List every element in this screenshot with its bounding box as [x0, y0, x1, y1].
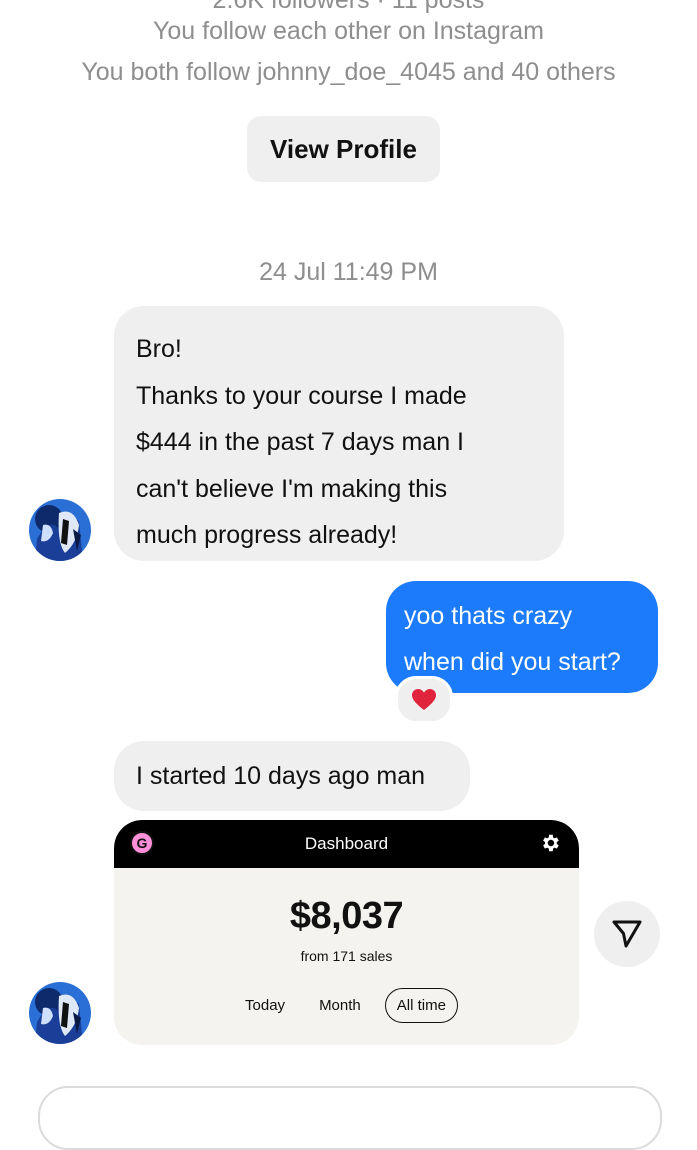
revenue-amount: $8,037 — [289, 895, 404, 937]
message-line: much progress already! — [136, 521, 398, 549]
message-line: Bro! — [136, 335, 182, 363]
profile-stats: 2.6K followers · 11 posts — [212, 0, 485, 14]
message-timestamp: 24 Jul 11:49 PM — [259, 258, 438, 286]
message-text: I started 10 days ago man — [136, 761, 426, 790]
dashboard-header: G Dashboard — [114, 820, 579, 868]
message-line: yoo thats crazy — [404, 602, 573, 630]
message-composer[interactable] — [38, 1086, 662, 1150]
heart-icon — [412, 689, 436, 710]
mutual-follow-text: You follow each other on Instagram — [153, 17, 544, 45]
message-line: $444 in the past 7 days man I — [136, 428, 464, 456]
message-line: Thanks to your course I made — [136, 381, 467, 410]
shared-follows-text[interactable]: You both follow johnny_doe_4045 and 40 o… — [0, 58, 697, 87]
message-line: can't believe I'm making this — [136, 474, 448, 503]
send-arrow-icon — [612, 920, 642, 948]
incoming-message[interactable]: Bro! Thanks to your course I made $444 i… — [114, 306, 564, 561]
incoming-message[interactable]: I started 10 days ago man — [114, 741, 470, 811]
tab-all-time: All time — [384, 988, 458, 1023]
dashboard-title: Dashboard — [304, 834, 389, 853]
message-reaction[interactable] — [395, 676, 453, 724]
sales-count: from 171 sales — [300, 948, 393, 964]
shared-image-dashboard[interactable]: G Dashboard $8,037 from 171 sales Today … — [114, 820, 579, 1045]
tab-today: Today — [245, 997, 286, 1014]
avatar[interactable] — [29, 982, 91, 1044]
view-profile-button[interactable]: View Profile — [247, 116, 440, 182]
avatar[interactable] — [29, 499, 91, 561]
gear-icon — [543, 834, 559, 852]
share-button[interactable] — [594, 901, 660, 967]
tab-month: Month — [319, 997, 361, 1014]
time-range-tabs: Today Month All time — [114, 988, 579, 1023]
